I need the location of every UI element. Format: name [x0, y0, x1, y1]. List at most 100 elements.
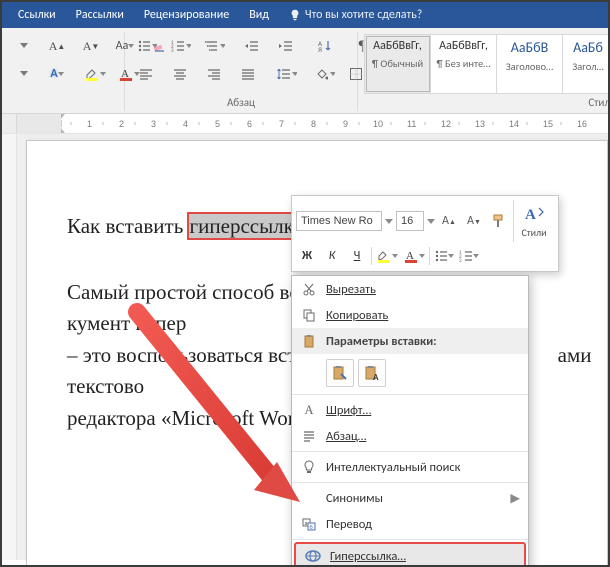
style-heading1[interactable]: АаБбВ Заголово…	[497, 35, 563, 93]
paste-keep-formatting[interactable]	[326, 359, 354, 387]
numbering-button[interactable]: 123	[165, 34, 195, 58]
chevron-down-icon	[58, 72, 64, 77]
tab-mailings[interactable]: Рассылки	[66, 2, 134, 28]
chevron-down-icon	[330, 72, 335, 77]
ribbon-group-font: A▲ A▼ Aa A	[2, 32, 125, 111]
chevron-down-icon	[152, 44, 157, 49]
bullets-button[interactable]	[131, 34, 161, 58]
tab-references[interactable]: Ссылки	[8, 2, 66, 28]
ctx-cut[interactable]: Вырезать	[292, 276, 528, 302]
bullet-list-icon	[434, 249, 448, 263]
translate-icon: аб	[302, 517, 316, 531]
mini-numbering[interactable]: 123	[458, 245, 480, 267]
multilevel-list-button[interactable]	[199, 34, 229, 58]
justify-button[interactable]	[233, 62, 263, 86]
align-right-button[interactable]	[199, 62, 229, 86]
svg-text:2: 2	[119, 119, 124, 129]
mini-underline[interactable]: Ч	[346, 245, 368, 267]
ctx-hyperlink[interactable]: Гиперссылка…	[294, 542, 526, 567]
chevron-down-icon	[186, 44, 191, 49]
chevron-down-icon[interactable]	[385, 211, 393, 231]
ctx-label: Шрифт…	[326, 403, 371, 418]
justify-icon	[241, 67, 255, 81]
group-paragraph-label: Абзац	[131, 94, 351, 111]
horizontal-ruler[interactable]: 123 456 789 101112 131415 16	[17, 114, 608, 133]
ruler-corner[interactable]	[2, 114, 17, 133]
line-spacing-button[interactable]	[271, 62, 301, 86]
svg-text:7: 7	[279, 119, 284, 129]
chevron-down-icon[interactable]	[427, 211, 435, 231]
separator	[292, 539, 528, 540]
indent-icon	[279, 39, 293, 53]
mini-bold[interactable]: Ж	[296, 245, 318, 267]
styles-gallery[interactable]: АаБбВвГг, ¶ Обычный АаБбВвГг, ¶ Без инте…	[364, 34, 610, 94]
style-preview: АаБбВвГг,	[373, 39, 422, 53]
mini-styles-label: Стили	[521, 226, 546, 239]
chevron-down-icon	[220, 44, 225, 49]
clipboard-paint-icon	[331, 364, 349, 382]
text-effects-button[interactable]: A	[42, 62, 72, 86]
letter-a-icon: A	[304, 403, 313, 418]
mini-font-size[interactable]	[396, 211, 424, 231]
mini-font-color[interactable]: A	[402, 245, 426, 267]
mini-highlight[interactable]	[375, 245, 399, 267]
align-center-button[interactable]	[165, 62, 195, 86]
ctx-paste-options-header: Параметры вставки:	[292, 328, 528, 354]
multilevel-list-icon	[205, 39, 218, 53]
svg-text:14: 14	[509, 119, 519, 129]
paint-bucket-icon	[315, 67, 328, 81]
highlighter-icon	[376, 248, 392, 264]
tab-review[interactable]: Рецензирование	[134, 2, 239, 28]
mini-italic[interactable]: К	[321, 245, 343, 267]
chevron-down-icon	[20, 43, 28, 49]
ctx-copy[interactable]: Копировать	[292, 302, 528, 328]
mini-grow-font[interactable]: A▲	[438, 210, 460, 232]
text-run: редактора «Microsoft Word	[67, 406, 305, 430]
ctx-paragraph[interactable]: Абзац…	[292, 423, 528, 449]
number-list-icon: 123	[171, 39, 184, 53]
mini-shrink-font[interactable]: A▼	[463, 210, 485, 232]
svg-text:1: 1	[87, 119, 92, 129]
selected-text[interactable]: гиперссылку	[189, 214, 306, 238]
chevron-down-icon	[448, 254, 454, 259]
tab-view[interactable]: Вид	[239, 2, 279, 28]
svg-text:б: б	[310, 523, 313, 531]
ctx-paste-options: A	[292, 354, 528, 392]
svg-text:4: 4	[183, 119, 188, 129]
grow-font-button[interactable]: A▲	[42, 34, 72, 58]
separator	[292, 482, 528, 483]
vertical-ruler[interactable]	[2, 134, 17, 560]
ctx-font[interactable]: A Шрифт…	[292, 397, 528, 423]
ctx-label: Абзац…	[326, 429, 366, 444]
underline-dropdown[interactable]	[8, 62, 38, 86]
ctx-label: Параметры вставки:	[326, 334, 437, 349]
context-menu: Вырезать Копировать Параметры вставки: A…	[291, 275, 529, 567]
style-normal[interactable]: АаБбВвГг, ¶ Обычный	[365, 35, 431, 93]
mini-styles-button[interactable]: A Стили	[513, 200, 554, 242]
text-run: Самый простой способ вст	[67, 280, 308, 304]
decrease-indent-button[interactable]	[237, 34, 267, 58]
ctx-smart-lookup[interactable]: Интеллектуальный поиск	[292, 454, 528, 480]
mini-format-painter[interactable]	[488, 210, 510, 232]
shrink-font-button[interactable]: A▼	[76, 34, 106, 58]
font-size-dropdown[interactable]	[8, 34, 38, 58]
ctx-synonyms[interactable]: Синонимы ▶	[292, 485, 528, 511]
style-no-spacing[interactable]: АаБбВвГг, ¶ Без инте…	[431, 35, 497, 93]
tell-me-search[interactable]: Что вы хотите сделать?	[279, 2, 432, 28]
mini-font-name[interactable]	[296, 211, 382, 231]
text-run: – это воспользоваться встр	[67, 343, 307, 367]
increase-indent-button[interactable]	[271, 34, 301, 58]
align-right-icon	[207, 67, 221, 81]
chevron-down-icon	[392, 254, 398, 259]
ctx-translate[interactable]: аб Перевод	[292, 511, 528, 537]
align-center-icon	[173, 67, 187, 81]
align-left-button[interactable]	[131, 62, 161, 86]
svg-text:A: A	[373, 372, 379, 382]
mini-bullets[interactable]	[433, 245, 455, 267]
shading-button[interactable]	[309, 62, 339, 86]
lightbulb-icon	[289, 9, 301, 21]
style-heading2[interactable]: АаБб Загол…	[563, 35, 610, 93]
sort-button[interactable]: AЯ	[309, 34, 339, 58]
paste-text-only[interactable]: A	[358, 359, 386, 387]
highlight-color-button[interactable]	[80, 62, 110, 86]
